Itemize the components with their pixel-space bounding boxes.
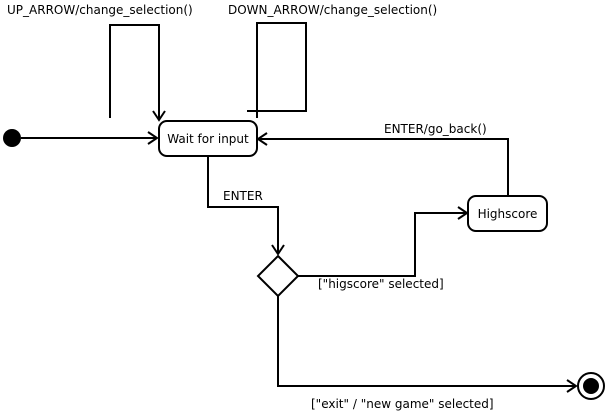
go-back-transition-line [258,138,509,196]
initial-state [3,129,21,147]
exit-guard-label: ["exit" / "new game" selected] [311,397,494,411]
up-arrow-self-loop [109,24,160,118]
wait-for-input-label: Wait for input [167,132,249,146]
down-arrow-label: DOWN_ARROW/change_selection() [228,3,437,17]
exit-transition-line [277,296,575,387]
enter-label: ENTER [223,189,263,203]
enter-go-back-label: ENTER/go_back() [384,122,487,136]
final-state-inner [583,378,599,394]
highscore-transition-line [298,212,466,277]
state-diagram: Wait for input Highscore UP_ARROW/change… [3,3,605,411]
decision-node [256,254,300,298]
enter-transition-line [207,156,279,253]
down-arrow-self-loop [247,22,307,118]
up-arrow-label: UP_ARROW/change_selection() [7,3,193,17]
highscore-guard-label: ["higscore" selected] [318,277,444,291]
highscore-label: Highscore [478,207,538,221]
